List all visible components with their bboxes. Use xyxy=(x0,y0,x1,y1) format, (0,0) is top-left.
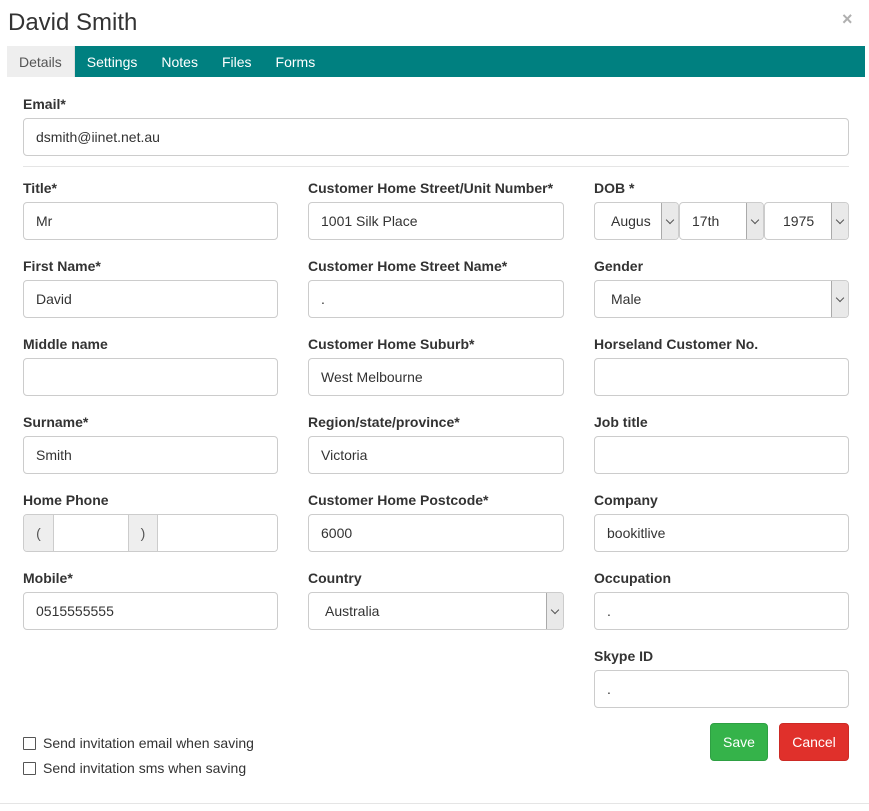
region-value: Victoria xyxy=(321,447,368,463)
email-value: dsmith@iinet.net.au xyxy=(36,129,160,145)
postcode-label: Customer Home Postcode* xyxy=(308,492,489,508)
street-name-value: . xyxy=(321,291,325,307)
invite-email-checkbox[interactable] xyxy=(23,736,36,750)
skype-label: Skype ID xyxy=(594,648,654,664)
invite-email-label: Send invitation email when saving xyxy=(43,735,254,751)
tab-forms[interactable]: Forms xyxy=(264,46,328,77)
skype-field[interactable]: . xyxy=(594,670,849,708)
tab-details[interactable]: Details xyxy=(7,46,75,77)
dob-month-value: Augus xyxy=(611,213,651,229)
chevron-down-icon xyxy=(831,203,848,239)
chevron-down-icon xyxy=(661,203,678,239)
skype-value: . xyxy=(607,681,611,697)
middle-name-label: Middle name xyxy=(23,336,108,352)
horseland-no-field[interactable] xyxy=(594,358,849,396)
surname-field[interactable]: Smith xyxy=(23,436,278,474)
gender-value: Male xyxy=(611,291,642,307)
street-name-label: Customer Home Street Name* xyxy=(308,258,508,274)
country-value: Australia xyxy=(325,603,380,619)
chevron-down-icon xyxy=(831,281,848,317)
dob-day-select[interactable]: 17th xyxy=(679,202,764,240)
region-label: Region/state/province* xyxy=(308,414,460,430)
tab-bar: Details Settings Notes Files Forms xyxy=(7,46,865,77)
divider xyxy=(23,166,849,167)
email-label: Email* xyxy=(23,96,66,112)
mobile-field[interactable]: 0515555555 xyxy=(23,592,278,630)
dialog-title: David Smith xyxy=(8,9,138,36)
company-field[interactable]: bookitlive xyxy=(594,514,849,552)
first-name-label: First Name* xyxy=(23,258,101,274)
tab-settings[interactable]: Settings xyxy=(75,46,150,77)
company-label: Company xyxy=(594,492,658,508)
invite-sms-option: Send invitation sms when saving xyxy=(23,760,246,776)
surname-value: Smith xyxy=(36,447,72,463)
dob-day-value: 17th xyxy=(692,213,720,229)
invite-sms-label: Send invitation sms when saving xyxy=(43,760,247,776)
occupation-value: . xyxy=(607,603,611,619)
mobile-label: Mobile* xyxy=(23,570,73,586)
close-icon[interactable]: × xyxy=(842,10,853,28)
street-unit-field[interactable]: 1001 Silk Place xyxy=(308,202,564,240)
first-name-field[interactable]: David xyxy=(23,280,278,318)
gender-label: Gender xyxy=(594,258,644,274)
country-label: Country xyxy=(308,570,362,586)
save-button[interactable]: Save xyxy=(710,723,768,761)
country-select[interactable]: Australia xyxy=(308,592,564,630)
dob-label: DOB * xyxy=(594,180,635,196)
postcode-value: 6000 xyxy=(321,525,353,541)
title-label: Title* xyxy=(23,180,57,196)
gender-select[interactable]: Male xyxy=(594,280,849,318)
home-phone-area-input[interactable] xyxy=(54,515,128,551)
chevron-down-icon xyxy=(546,593,563,629)
title-value: Mr xyxy=(36,213,53,229)
street-name-field[interactable]: . xyxy=(308,280,564,318)
street-unit-value: 1001 Silk Place xyxy=(321,213,418,229)
home-phone-number-input[interactable] xyxy=(158,515,277,551)
horseland-no-label: Horseland Customer No. xyxy=(594,336,759,352)
email-field[interactable]: dsmith@iinet.net.au xyxy=(23,118,849,156)
middle-name-field[interactable] xyxy=(23,358,278,396)
phone-open-paren: ( xyxy=(24,515,54,551)
mobile-value: 0515555555 xyxy=(36,603,114,619)
title-field[interactable]: Mr xyxy=(23,202,278,240)
home-phone-label: Home Phone xyxy=(23,492,109,508)
phone-close-paren: ) xyxy=(128,515,158,551)
dob-month-select[interactable]: Augus xyxy=(594,202,679,240)
job-title-field[interactable] xyxy=(594,436,849,474)
dob-year-value: 1975 xyxy=(783,213,815,229)
invite-sms-checkbox[interactable] xyxy=(23,761,36,775)
surname-label: Surname* xyxy=(23,414,89,430)
job-title-label: Job title xyxy=(594,414,648,430)
company-value: bookitlive xyxy=(607,525,666,541)
occupation-field[interactable]: . xyxy=(594,592,849,630)
suburb-label: Customer Home Suburb* xyxy=(308,336,475,352)
invite-email-option: Send invitation email when saving xyxy=(23,735,254,751)
dob-year-select[interactable]: 1975 xyxy=(764,202,849,240)
home-phone-group: ( ) xyxy=(23,514,278,552)
street-unit-label: Customer Home Street/Unit Number* xyxy=(308,180,554,196)
region-field[interactable]: Victoria xyxy=(308,436,564,474)
suburb-field[interactable]: West Melbourne xyxy=(308,358,564,396)
tab-notes[interactable]: Notes xyxy=(149,46,210,77)
suburb-value: West Melbourne xyxy=(321,369,423,385)
occupation-label: Occupation xyxy=(594,570,672,586)
postcode-field[interactable]: 6000 xyxy=(308,514,564,552)
tab-files[interactable]: Files xyxy=(210,46,264,77)
footer-divider xyxy=(0,803,869,804)
first-name-value: David xyxy=(36,291,72,307)
chevron-down-icon xyxy=(746,203,763,239)
cancel-button[interactable]: Cancel xyxy=(779,723,849,761)
